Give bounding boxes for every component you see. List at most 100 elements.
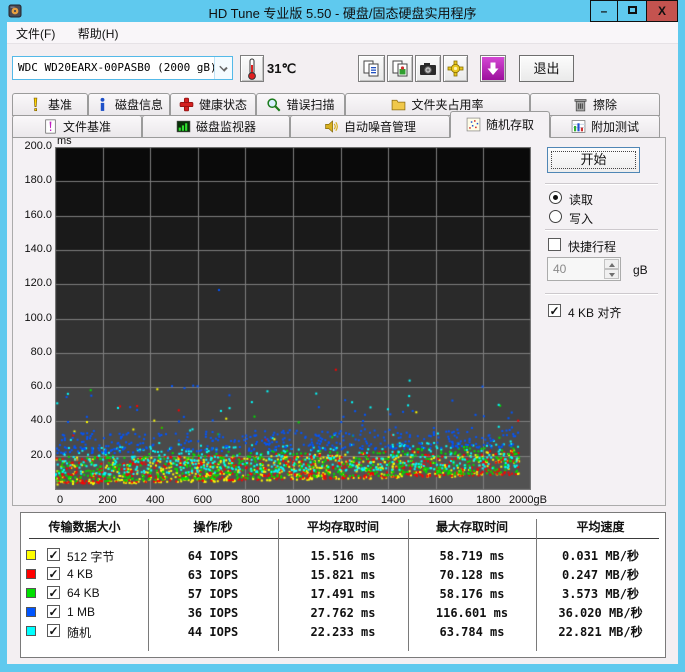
series-checkbox[interactable] <box>47 586 60 599</box>
write-radio[interactable] <box>549 210 562 223</box>
tab-extra-tests[interactable]: 附加测试 <box>550 115 660 138</box>
spinner-up-icon[interactable] <box>604 259 619 269</box>
options-icon <box>447 60 464 77</box>
col-header-max: 最大存取时间 <box>435 520 508 534</box>
y-tick-label: 160.0 <box>24 208 52 221</box>
y-tick-label: 80.0 <box>30 345 52 358</box>
y-tick-label: 100.0 <box>24 311 52 324</box>
tab-health-status[interactable]: 健康状态 <box>170 93 256 116</box>
series-checkbox[interactable] <box>47 567 60 580</box>
align-4kb-checkbox[interactable] <box>548 304 561 317</box>
series-label: 4 KB <box>67 567 94 581</box>
table-row: 1 MB 36 IOPS 27.762 ms 116.601 ms 36.020… <box>21 603 665 622</box>
temperature-value: 31℃ <box>267 61 297 76</box>
menu-help[interactable]: 帮助(H) <box>69 22 128 45</box>
short-stroke-checkbox[interactable] <box>548 238 561 251</box>
start-button[interactable]: 开始 <box>547 147 640 173</box>
minimize-button[interactable]: – <box>590 0 618 22</box>
y-tick-label: 200.0 <box>24 140 52 152</box>
write-label[interactable]: 写入 <box>569 210 593 227</box>
error-scan-icon <box>267 98 281 112</box>
read-label[interactable]: 读取 <box>569 191 593 208</box>
series-label: 随机 <box>67 626 92 640</box>
copy-text-button[interactable] <box>358 55 385 82</box>
y-axis-unit: ms <box>57 135 72 147</box>
benchmark-icon <box>33 97 38 112</box>
col-header-speed: 平均速度 <box>576 520 625 534</box>
short-stroke-label[interactable]: 快捷行程 <box>568 238 616 255</box>
drive-select-value: WDC WD20EARX-00PASB0 (2000 gB) <box>18 61 217 74</box>
tab-file-benchmark[interactable]: 文件基准 <box>12 115 142 138</box>
table-row: 随机 44 IOPS 22.233 ms 63.784 ms 22.821 MB… <box>21 622 665 641</box>
tab-disk-info[interactable]: 磁盘信息 <box>88 93 170 116</box>
health-status-icon <box>179 97 194 112</box>
disk-monitor-icon <box>176 120 191 133</box>
series-checkbox[interactable] <box>47 605 60 618</box>
x-tick-label: 2000gB <box>509 494 547 506</box>
y-tick-label: 140.0 <box>24 242 52 255</box>
random-access-icon <box>466 117 481 132</box>
menu-file[interactable]: 文件(F) <box>7 22 64 45</box>
tab-disk-monitor[interactable]: 磁盘监视器 <box>142 115 290 138</box>
table-row: 4 KB 63 IOPS 15.821 ms 70.128 ms 0.247 M… <box>21 565 665 584</box>
y-tick-label: 40.0 <box>30 414 52 427</box>
arrow-down-icon <box>487 62 499 75</box>
window-title: HD Tune 专业版 5.50 - 硬盘/固态硬盘实用程序 <box>208 6 477 21</box>
series-color-chip <box>26 588 36 598</box>
erase-icon <box>574 99 587 112</box>
read-radio[interactable] <box>549 191 562 204</box>
short-stroke-spinner[interactable]: 40 <box>547 257 621 281</box>
file-benchmark-icon <box>45 119 56 134</box>
series-label: 512 字节 <box>67 550 115 564</box>
short-stroke-unit: gB <box>633 263 648 277</box>
maximize-icon <box>627 6 637 14</box>
disk-info-icon <box>100 97 105 111</box>
extra-tests-icon <box>571 120 586 133</box>
options-button[interactable] <box>443 55 468 82</box>
drive-select[interactable]: WDC WD20EARX-00PASB0 (2000 gB) <box>12 56 233 80</box>
app-window: HD Tune 专业版 5.50 - 硬盘/固态硬盘实用程序 – X 文件(F)… <box>0 0 685 672</box>
chevron-down-icon[interactable] <box>214 57 232 79</box>
close-icon: X <box>657 4 666 18</box>
table-row: 512 字节 64 IOPS 15.516 ms 58.719 ms 0.031… <box>21 546 665 565</box>
align-4kb-label[interactable]: 4 KB 对齐 <box>568 304 621 321</box>
y-tick-label: 20.0 <box>30 448 52 461</box>
spinner-down-icon[interactable] <box>604 269 619 279</box>
title-bar: HD Tune 专业版 5.50 - 硬盘/固态硬盘实用程序 <box>0 0 685 22</box>
maximize-button[interactable] <box>617 0 647 22</box>
screenshot-button[interactable] <box>415 55 441 82</box>
results-table: 传输数据大小 操作/秒 平均存取时间 最大存取时间 平均速度 512 字节 64… <box>20 512 666 658</box>
copy-text-icon <box>363 60 379 77</box>
scatter-canvas <box>55 147 531 490</box>
series-label: 64 KB <box>67 586 100 600</box>
save-button[interactable] <box>480 55 506 82</box>
series-checkbox[interactable] <box>47 624 60 637</box>
y-tick-label: 60.0 <box>30 380 52 393</box>
aam-speaker-icon <box>325 120 338 133</box>
col-header-avg: 平均存取时间 <box>306 520 379 534</box>
copy-image-icon <box>392 60 407 77</box>
col-header-size: 传输数据大小 <box>48 520 121 534</box>
tab-random-access[interactable]: 随机存取 <box>450 111 550 138</box>
tab-benchmark[interactable]: 基准 <box>12 93 88 116</box>
folder-usage-icon <box>392 99 406 111</box>
series-color-chip <box>26 569 36 579</box>
minimize-icon: – <box>600 4 608 18</box>
y-tick-label: 180.0 <box>24 174 52 187</box>
copy-image-button[interactable] <box>387 55 413 82</box>
series-label: 1 MB <box>67 605 96 619</box>
short-stroke-value: 40 <box>553 262 567 276</box>
col-header-iops: 操作/秒 <box>193 520 233 534</box>
series-checkbox[interactable] <box>47 548 60 561</box>
exit-button[interactable]: 退出 <box>519 55 574 82</box>
table-header-row: 传输数据大小 操作/秒 平均存取时间 最大存取时间 平均速度 <box>21 518 665 535</box>
series-color-chip <box>26 626 36 636</box>
close-button[interactable]: X <box>646 0 678 22</box>
tab-error-scan[interactable]: 错误扫描 <box>256 93 345 116</box>
camera-icon <box>420 62 436 75</box>
series-color-chip <box>26 550 36 560</box>
series-color-chip <box>26 607 36 617</box>
thermometer-icon <box>248 58 256 80</box>
temperature-button[interactable] <box>240 55 264 82</box>
tab-aam[interactable]: 自动噪音管理 <box>290 115 450 138</box>
